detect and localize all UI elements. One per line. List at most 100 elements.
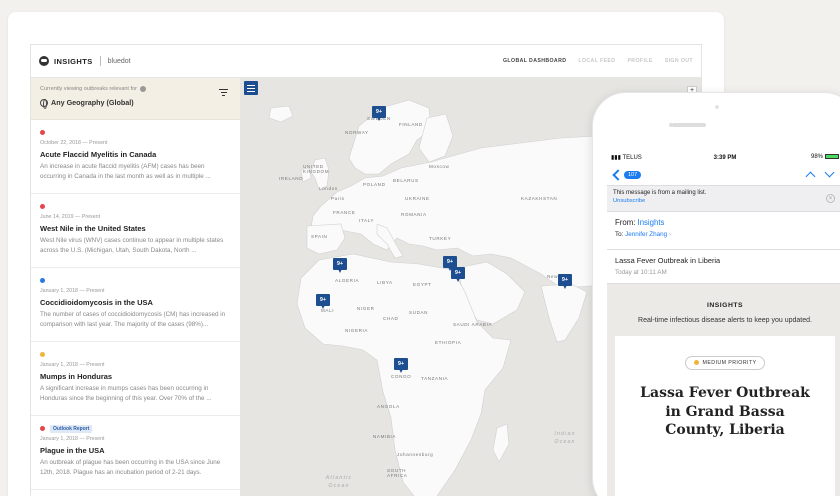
place-label: NIGER [357,306,375,311]
phone-mockup: ▮▮▮ TELUS 3:39 PM 98% 107 This message i… [592,92,840,496]
item-date: January 1, 2018 — Present [40,288,105,294]
severity-dot-icon [40,278,45,283]
outbreak-list-item[interactable]: January 1, 2018 — Present Coccidioidomyco… [31,268,240,342]
item-description: West Nile virus (WNV) cases continue to … [40,237,224,254]
item-title: Mumps in Honduras [40,372,113,381]
phone-screen: ▮▮▮ TELUS 3:39 PM 98% 107 This message i… [607,151,840,496]
front-camera [715,105,719,109]
mail-toolbar: 107 [607,164,840,186]
severity-dot-icon [40,352,45,357]
brand-name: INSIGHTS [54,56,93,66]
outbreak-list-item[interactable]: June 14, 2019 — Present West Nile in the … [31,194,240,268]
priority-dot-icon [693,360,699,365]
place-label: NAMIBIA [373,434,397,439]
mailing-list-banner: This message is from a mailing list. Uns… [607,186,840,212]
alert-headline: Lassa Fever Outbreak in Grand Bassa Coun… [640,385,810,438]
outbreak-marker[interactable]: 9+ [333,258,347,274]
tagline: Real-time infectious disease alerts to k… [638,317,812,324]
place-label: POLAND [363,182,386,187]
place-label: SUDAN [409,310,429,315]
place-label: TANZANIA [421,376,449,381]
outbreak-marker[interactable]: 9+ [451,267,465,283]
mail-body: INSIGHTS Real-time infectious disease al… [607,284,840,496]
outbreak-marker[interactable]: 9+ [394,358,408,374]
nav-profile[interactable]: PROFILE [627,58,652,64]
subject-text: Lassa Fever Outbreak in Liberia [615,256,721,265]
place-label: SOUTH AFRICA [387,468,408,478]
sender-name[interactable]: Insights [638,218,665,227]
place-label: CHAD [383,316,399,321]
place-label: FRANCE [333,210,356,215]
battery-icon [825,154,839,160]
place-label: ANGOLA [377,404,400,409]
unsubscribe-link[interactable]: Unsubscribe [613,198,837,204]
item-date: June 14, 2019 — Present [40,214,101,220]
unread-count-badge[interactable]: 107 [624,170,642,179]
filter-icon[interactable] [219,89,228,98]
place-label: EGYPT [413,282,432,287]
outbreak-list-item[interactable]: January 1, 2018 — Present Mumps in Hondur… [31,342,240,416]
item-date: January 1, 2018 — Present [40,362,105,368]
nav-links: GLOBAL DASHBOARD LOCAL FEED PROFILE SIGN… [503,58,693,64]
severity-dot-icon [40,426,45,431]
back-chevron-icon[interactable] [612,168,624,181]
item-header [40,350,231,359]
place-label: IRELAND [279,176,304,181]
battery: 98% [763,154,839,161]
outbreak-list-item[interactable]: Outlook Report January 1, 2018 — Present P… [31,416,240,490]
mail-datetime: Today at 10:11 AM [615,269,667,276]
ocean-label: Indian Ocean [554,431,576,445]
place-label: BELARUS [393,178,419,183]
insights-logo-icon [39,56,49,66]
chevron-down-icon[interactable] [824,167,835,178]
place-label: KAZAKHSTAN [521,196,558,201]
severity-dot-icon [40,204,45,209]
brand[interactable]: INSIGHTS bluedot [39,56,131,66]
outbreak-list-item[interactable]: October 22, 2018 — Present Acute Flaccid … [31,120,240,194]
outbreak-marker[interactable]: 9+ [316,294,330,310]
item-description: An increase in acute flaccid myelitis (A… [40,163,211,180]
clock: 3:39 PM [713,154,737,161]
nav-local-feed[interactable]: LOCAL FEED [578,58,615,64]
place-label: FINLAND [399,122,423,127]
place-label: NIGERIA [345,328,369,333]
top-navigation: INSIGHTS bluedot GLOBAL DASHBOARD LOCAL … [31,45,701,78]
place-label: ROMANIA [401,212,427,217]
list-view-toggle[interactable] [244,81,258,95]
help-icon[interactable] [139,86,146,92]
geography-selector[interactable]: Currently viewing outbreaks relevant for… [31,78,240,120]
item-title: Acute Flaccid Myelitis in Canada [40,150,157,159]
geography-value: Any Geography (Global) [40,98,231,109]
outbreak-marker[interactable]: 9+ [558,274,572,290]
carrier: ▮▮▮ TELUS [611,155,642,161]
alert-card: MEDIUM PRIORITY Lassa Fever Outbreak in … [615,336,835,496]
geography-caption-text: Currently viewing outbreaks relevant for [40,86,137,92]
item-header [40,276,231,285]
severity-dot-icon [40,130,45,135]
place-label: ITALY [359,218,375,223]
priority-badge: MEDIUM PRIORITY [684,355,766,370]
nav-global-dashboard[interactable]: GLOBAL DASHBOARD [503,58,566,64]
item-date: October 22, 2018 — Present [40,140,108,146]
close-icon[interactable]: × [826,194,835,203]
place-label: London [319,186,338,191]
item-description: An outbreak of plague has been occurring… [40,459,221,476]
mailing-list-text: This message is from a mailing list. [613,190,707,196]
item-date: January 1, 2018 — Present [40,436,105,442]
brand-divider [99,56,101,66]
place-label: SAUDI ARABIA [453,322,493,327]
outbreak-sidebar: Currently viewing outbreaks relevant for… [31,78,241,496]
mail-subject: Lassa Fever Outbreak in Liberia Today at… [607,250,840,284]
recipient-name[interactable]: Jennifer Zhang [625,231,667,238]
outbreak-marker[interactable]: 9+ [372,106,386,122]
place-label: CONGO [391,374,412,379]
chevron-up-icon[interactable] [805,171,816,182]
geography-caption: Currently viewing outbreaks relevant for [40,86,231,92]
place-label: ETHIOPIA [435,340,462,345]
outbreak-list: October 22, 2018 — Present Acute Flaccid … [31,120,240,490]
speaker-grille [672,123,706,127]
from-line: From: Insights [615,218,665,227]
nav-sign-out[interactable]: SIGN OUT [665,58,693,64]
place-label: SPAIN [311,234,328,239]
to-line: To: Jennifer Zhang › [615,231,672,238]
